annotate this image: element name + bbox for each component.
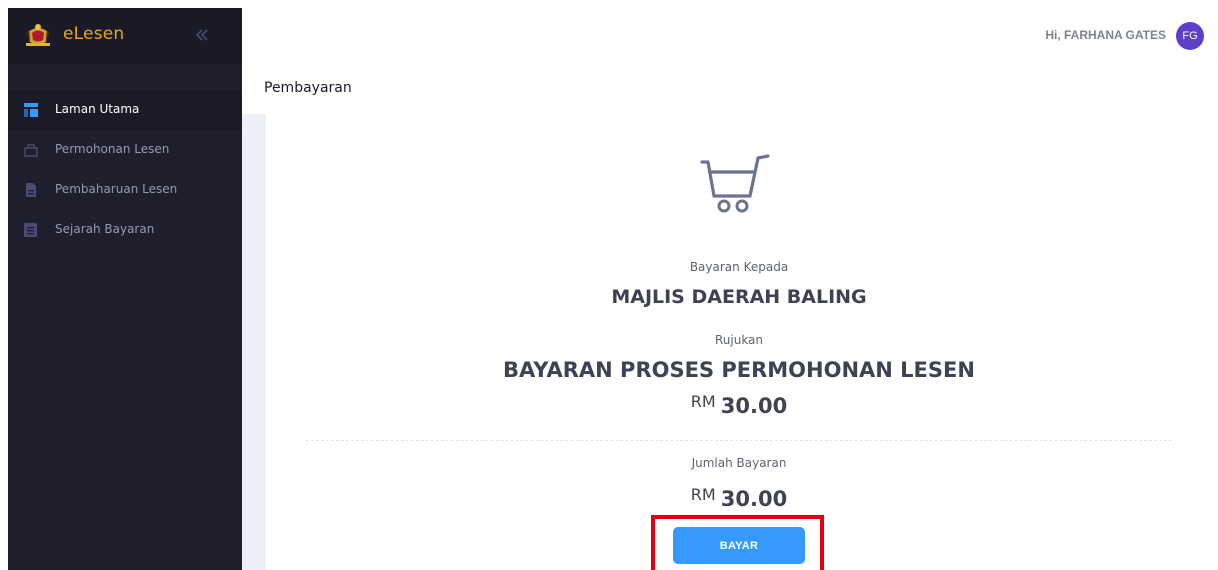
- avatar[interactable]: FG: [1176, 22, 1204, 50]
- sidebar-item-label: Laman Utama: [55, 102, 140, 116]
- amount-value: 30.00: [720, 394, 788, 418]
- page-title: Pembayaran: [264, 80, 352, 96]
- sidebar-item-laman-utama[interactable]: Laman Utama: [8, 90, 242, 130]
- coat-of-arms-logo-icon: [26, 24, 50, 46]
- sidebar-item-label: Sejarah Bayaran: [55, 222, 155, 236]
- file-icon: [26, 183, 36, 197]
- user-name: FARHANA GATES: [1064, 28, 1166, 42]
- list-icon: [24, 223, 37, 237]
- total-amount: RM 30.00: [266, 485, 1212, 511]
- sidebar-item-sejarah-bayaran[interactable]: Sejarah Bayaran: [8, 210, 242, 250]
- sidebar: eLesen Laman Utama Permohonan Lesen Pemb…: [8, 8, 242, 570]
- top-header: Hi, FARHANA GATES FG: [242, 8, 1218, 65]
- total-amount-value: 30.00: [720, 487, 788, 511]
- sidebar-brand: eLesen: [8, 8, 242, 64]
- greeting-text: Hi,: [1045, 28, 1061, 42]
- sidebar-item-permohonan-lesen[interactable]: Permohonan Lesen: [8, 130, 242, 170]
- app-name: eLesen: [63, 24, 125, 44]
- payee-label: Bayaran Kepada: [689, 260, 789, 274]
- layout-icon: [24, 103, 38, 117]
- divider: [306, 440, 1172, 441]
- payee-name: MAJLIS DAERAH BALING: [611, 286, 867, 308]
- sidebar-item-label: Permohonan Lesen: [55, 142, 170, 156]
- reference-label: Rujukan: [714, 333, 764, 347]
- total-label: Jumlah Bayaran: [691, 456, 787, 470]
- sidebar-item-label: Pembaharuan Lesen: [55, 182, 178, 196]
- pay-button[interactable]: BAYAR: [673, 527, 805, 564]
- sidebar-item-pembaharuan-lesen[interactable]: Pembaharuan Lesen: [8, 170, 242, 210]
- shopping-cart-icon: [700, 154, 770, 213]
- bag-icon: [24, 144, 38, 157]
- currency-label: RM: [690, 392, 716, 411]
- subheader: Pembayaran: [242, 64, 1218, 114]
- reference-value: BAYARAN PROSES PERMOHONAN LESEN: [503, 358, 975, 382]
- sidebar-menu: Laman Utama Permohonan Lesen Pembaharuan…: [8, 90, 242, 250]
- reference-amount: RM 30.00: [266, 392, 1212, 418]
- currency-label: RM: [690, 485, 716, 504]
- collapse-sidebar-icon[interactable]: [193, 22, 211, 48]
- user-greeting: Hi, FARHANA GATES: [1045, 28, 1166, 42]
